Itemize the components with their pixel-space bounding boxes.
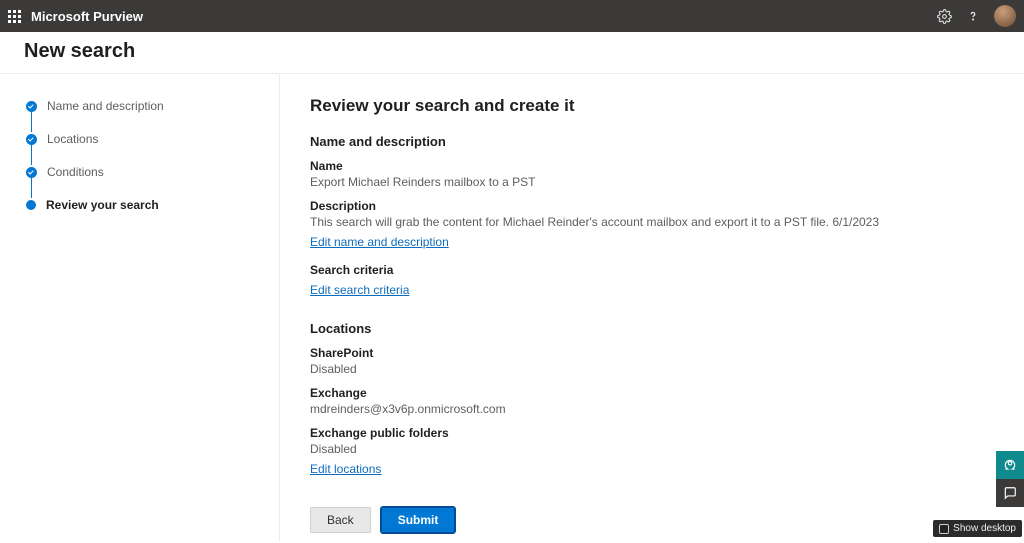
current-step-icon: [26, 200, 36, 210]
page-header: New search: [0, 32, 1024, 74]
app-title: Microsoft Purview: [31, 9, 143, 24]
settings-icon[interactable]: [937, 9, 952, 24]
edit-search-criteria-link[interactable]: Edit search criteria: [310, 283, 409, 297]
description-value: This search will grab the content for Mi…: [310, 215, 994, 229]
avatar[interactable]: [994, 5, 1016, 27]
wizard-footer: Back Submit: [310, 507, 455, 533]
wizard-steps-nav: Name and description Locations Condition…: [0, 74, 280, 542]
help-icon[interactable]: [966, 9, 980, 23]
sharepoint-label: SharePoint: [310, 346, 994, 360]
show-desktop-tooltip[interactable]: Show desktop: [933, 520, 1022, 537]
section-locations-title: Locations: [310, 321, 994, 336]
support-widget-icon[interactable]: [996, 451, 1024, 479]
wizard-step-locations[interactable]: Locations: [26, 131, 279, 147]
submit-button[interactable]: Submit: [381, 507, 456, 533]
check-icon: [26, 167, 37, 178]
section-search-criteria-title: Search criteria: [310, 263, 994, 277]
exchange-label: Exchange: [310, 386, 994, 400]
public-folders-value: Disabled: [310, 442, 994, 456]
side-widgets: [996, 451, 1024, 507]
exchange-value: mdreinders@x3v6p.onmicrosoft.com: [310, 402, 994, 416]
edit-name-description-link[interactable]: Edit name and description: [310, 235, 449, 249]
feedback-widget-icon[interactable]: [996, 479, 1024, 507]
wizard-body: Review your search and create it Name an…: [280, 74, 1024, 542]
wizard-step-conditions[interactable]: Conditions: [26, 164, 279, 180]
wizard-step-review[interactable]: Review your search: [26, 197, 279, 213]
section-name-description-title: Name and description: [310, 134, 994, 149]
sharepoint-value: Disabled: [310, 362, 994, 376]
wizard-step-name-description[interactable]: Name and description: [26, 98, 279, 114]
name-label: Name: [310, 159, 994, 173]
check-icon: [26, 134, 37, 145]
page-title: New search: [24, 40, 1000, 63]
description-label: Description: [310, 199, 994, 213]
app-launcher-icon[interactable]: [8, 10, 21, 23]
check-icon: [26, 101, 37, 112]
top-app-bar: Microsoft Purview: [0, 0, 1024, 32]
name-value: Export Michael Reinders mailbox to a PST: [310, 175, 994, 189]
back-button[interactable]: Back: [310, 507, 371, 533]
review-heading: Review your search and create it: [310, 96, 994, 116]
public-folders-label: Exchange public folders: [310, 426, 994, 440]
edit-locations-link[interactable]: Edit locations: [310, 462, 381, 476]
